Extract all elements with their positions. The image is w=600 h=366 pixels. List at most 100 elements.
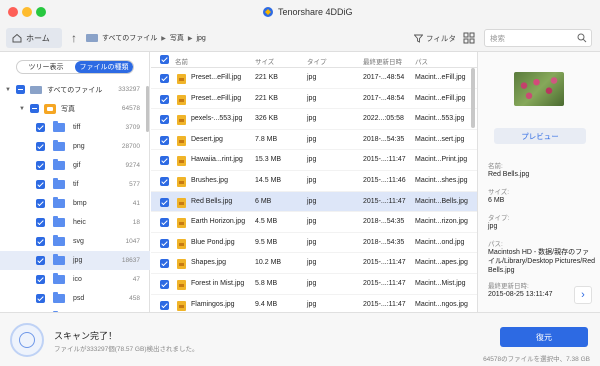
disclosure-triangle-icon[interactable]: ▼: [4, 87, 12, 93]
sidebar-item-count: 458: [129, 295, 140, 302]
file-path: Macint...Mist.jpg: [415, 280, 466, 287]
disclosure-triangle-icon[interactable]: ▼: [18, 106, 26, 112]
sidebar-item-gif[interactable]: gif 9274: [0, 156, 150, 175]
zoom-window-button[interactable]: [36, 7, 46, 17]
file-row[interactable]: Brushes.jpg 14.5 MB jpg 2015-...:11:46 Macin…: [151, 171, 477, 192]
folder-icon: [53, 254, 65, 265]
file-size: 10.2 MB: [255, 259, 282, 267]
preview-button[interactable]: プレビュー: [494, 128, 586, 144]
folder-icon: [53, 235, 65, 246]
file-row[interactable]: Red Bells.jpg 6 MB jpg 2015-...:11:47 Macint…: [151, 191, 477, 213]
tree-root[interactable]: ▼ すべてのファイル 333297: [0, 80, 150, 99]
drive-icon: [30, 85, 42, 94]
tree-root-checkbox[interactable]: [16, 85, 25, 94]
tree-group-photos[interactable]: ▼ 写真 64578: [0, 99, 150, 118]
sidebar-item-png[interactable]: png 28700: [0, 137, 150, 156]
file-row-checkbox[interactable]: [160, 177, 169, 186]
search-input[interactable]: 検索: [484, 29, 592, 47]
breadcrumb-item-photos[interactable]: 写真: [170, 33, 184, 43]
select-all-checkbox[interactable]: [160, 55, 169, 64]
sidebar-item-checkbox[interactable]: [36, 294, 45, 303]
column-path[interactable]: パス: [415, 56, 428, 66]
file-row[interactable]: Desert.jpg 7.8 MB jpg 2018-...54:35 Macint..…: [151, 130, 477, 151]
sidebar-item-checkbox[interactable]: [36, 142, 45, 151]
details-panel: プレビュー 名前: Red Bells.jpg サイズ: 6 MB タイプ: j…: [477, 52, 600, 312]
tree-root-label: すべてのファイル: [47, 86, 103, 94]
sidebar-item-psd[interactable]: psd 458: [0, 289, 150, 308]
filter-button[interactable]: フィルタ: [414, 29, 458, 47]
file-row[interactable]: Shapes.jpg 10.2 MB jpg 2015-...:11:47 Macint…: [151, 253, 477, 274]
file-row-checkbox[interactable]: [160, 280, 169, 289]
file-name: Preset...eFill.jpg: [191, 74, 242, 81]
next-file-button[interactable]: ›: [574, 286, 592, 304]
file-row[interactable]: Blue Pond.jpg 9.5 MB jpg 2018-...54:35 Macin…: [151, 233, 477, 254]
file-row-checkbox[interactable]: [160, 300, 169, 310]
file-row[interactable]: Hawaiia...rint.jpg 15.3 MB jpg 2015-...:11:…: [151, 150, 477, 171]
file-row-checkbox[interactable]: [160, 74, 169, 83]
sidebar-item-jpg[interactable]: jpg 18637: [0, 251, 150, 270]
sidebar-item-checkbox[interactable]: [36, 199, 45, 208]
tree-group-checkbox[interactable]: [30, 104, 39, 113]
file-row-checkbox[interactable]: [160, 238, 169, 248]
file-path: Macint...eFill.jpg: [415, 94, 466, 102]
home-button[interactable]: ホーム: [6, 28, 62, 48]
up-arrow-icon[interactable]: ↑: [68, 30, 80, 46]
sidebar-scrollbar[interactable]: [146, 86, 149, 132]
sidebar-item-checkbox[interactable]: [36, 237, 45, 246]
sidebar-item-checkbox[interactable]: [36, 123, 45, 132]
sidebar-item-checkbox[interactable]: [36, 256, 45, 265]
sidebar-item-heic[interactable]: heic 18: [0, 213, 150, 232]
image-file-icon: [177, 135, 186, 146]
title-bar: Tenorshare 4DDiG: [0, 0, 600, 24]
sidebar-item-bmp[interactable]: bmp 41: [0, 194, 150, 213]
file-row[interactable]: Preset...eFill.jpg 221 KB jpg 2017-...48:54…: [151, 68, 477, 89]
filter-icon: [414, 34, 423, 43]
column-name[interactable]: 名前: [175, 56, 188, 66]
folder-icon: [53, 197, 65, 208]
column-type[interactable]: タイプ: [307, 56, 327, 66]
file-row[interactable]: Forest in Mist.jpg 5.8 MB jpg 2015-...:11:4…: [151, 274, 477, 295]
file-row-checkbox[interactable]: [160, 94, 169, 104]
breadcrumb-item-all-files[interactable]: すべてのファイル: [102, 33, 157, 43]
sidebar-item-checkbox[interactable]: [36, 180, 45, 189]
sidebar-item-ico[interactable]: ico 47: [0, 270, 150, 289]
file-modified: 2015-...:11:47: [363, 259, 406, 267]
file-row-checkbox[interactable]: [160, 197, 169, 207]
file-row-checkbox[interactable]: [160, 218, 169, 228]
grid-view-icon[interactable]: [462, 31, 476, 45]
sidebar-item-tiff[interactable]: tiff 3709: [0, 118, 150, 137]
photos-folder-icon: [44, 103, 56, 114]
chevron-right-icon: ›: [581, 289, 585, 301]
sidebar-item-checkbox[interactable]: [36, 218, 45, 227]
file-size: 9.4 MB: [255, 300, 278, 308]
file-list-scrollbar[interactable]: [471, 68, 475, 128]
file-type: jpg: [307, 280, 317, 287]
file-row[interactable]: Earth Horizon.jpg 4.5 MB jpg 2018-...54:35 M…: [151, 212, 477, 233]
breadcrumb-item-jpg[interactable]: jpg: [196, 35, 205, 42]
preview-thumbnail: [514, 72, 564, 106]
file-row-checkbox[interactable]: [160, 135, 169, 145]
sidebar-item-svg[interactable]: svg 1047: [0, 232, 150, 251]
tab-file-type[interactable]: ファイルの種類: [75, 61, 133, 73]
file-row[interactable]: Preset...eFill.jpg 221 KB jpg 2017-...48:54…: [151, 89, 477, 110]
app-title: Tenorshare 4DDiG: [262, 5, 353, 19]
minimize-window-button[interactable]: [22, 7, 32, 17]
tab-tree-view[interactable]: ツリー表示: [17, 61, 75, 73]
sidebar-item-checkbox[interactable]: [36, 275, 45, 284]
column-size[interactable]: サイズ: [255, 56, 274, 66]
file-path: Macint...eFill.jpg: [415, 74, 466, 81]
file-name: Desert.jpg: [191, 135, 223, 143]
file-row-checkbox[interactable]: [160, 115, 169, 125]
file-path: Macint...ond.jpg: [415, 238, 465, 246]
close-window-button[interactable]: [8, 7, 18, 17]
column-modified[interactable]: 最終更新日時: [363, 56, 402, 66]
restore-button[interactable]: 復元: [500, 327, 588, 347]
sidebar-item-checkbox[interactable]: [36, 161, 45, 170]
drive-icon: [86, 34, 98, 42]
sidebar-item-tif[interactable]: tif 577: [0, 175, 150, 194]
file-modified: 2015-...:11:46: [363, 177, 406, 184]
file-row-checkbox[interactable]: [160, 156, 169, 166]
file-row-checkbox[interactable]: [160, 259, 169, 269]
file-row[interactable]: Flamingos.jpg 9.4 MB jpg 2015-...:11:47 Maci…: [151, 295, 477, 312]
file-row[interactable]: pexels-...553.jpg 326 KB jpg 2022...:05:58 M…: [151, 109, 477, 130]
